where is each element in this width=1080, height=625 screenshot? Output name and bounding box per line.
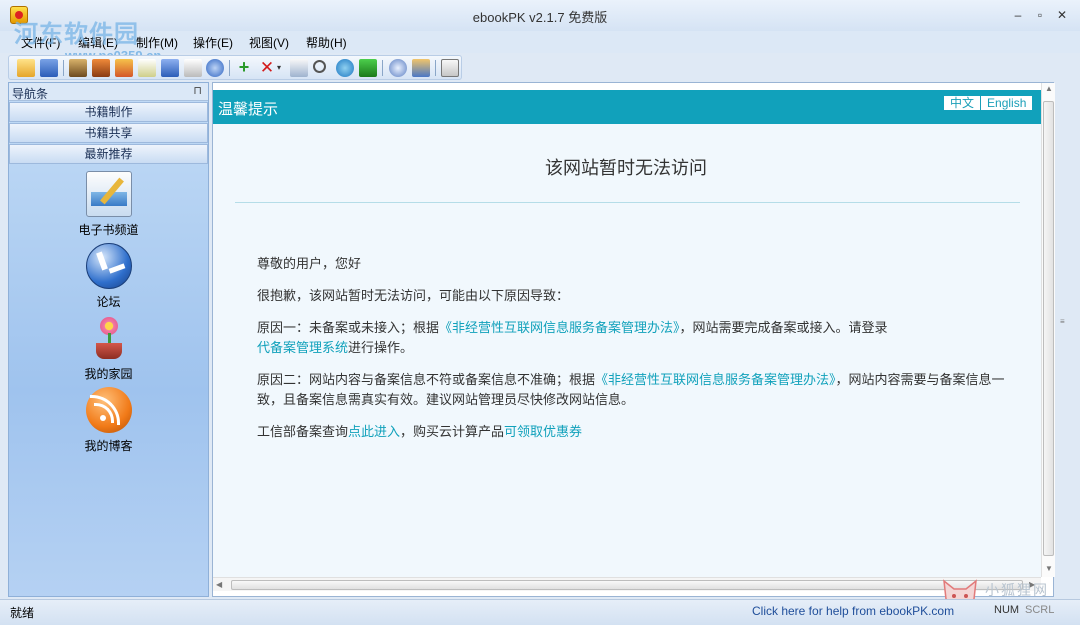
save-icon[interactable] (40, 59, 58, 77)
menu-view[interactable]: 视图(V) (249, 34, 289, 51)
page-icon[interactable] (184, 59, 202, 77)
window-title: ebookPK v2.1.7 免费版 (0, 7, 1080, 26)
minimize-button[interactable]: – (1008, 8, 1028, 22)
content-body: 该网站暂时无法访问 尊敬的用户，您好 很抱歉，该网站暂时无法访问，可能由以下原因… (213, 124, 1049, 577)
watermark-logo: 河东软件园 (14, 14, 139, 49)
vertical-scroll-thumb[interactable] (1043, 101, 1054, 556)
add-icon[interactable]: + (235, 59, 253, 77)
sidebar-title: 导航条 (12, 87, 48, 101)
divider (235, 202, 1020, 203)
pdf-icon[interactable] (115, 59, 133, 77)
horizontal-scrollbar[interactable]: ◀ ▶ (213, 577, 1041, 591)
coupon-link[interactable]: 可领取优惠券 (504, 424, 582, 439)
forum-globe-icon (86, 243, 132, 289)
home-icon[interactable] (412, 59, 430, 77)
greeting-text: 尊敬的用户，您好 (257, 254, 1017, 274)
sidebar-entry-ebook-channel[interactable]: 电子书频道 (9, 171, 208, 238)
lang-chinese-link[interactable]: 中文 (944, 96, 980, 110)
status-text: 就绪 (10, 604, 34, 621)
reason-two-text: 原因二：网站内容与备案信息不符或备案信息不准确；根据 (257, 372, 595, 387)
play-icon[interactable] (359, 59, 377, 77)
delete-icon[interactable]: ✕ (258, 59, 276, 77)
splitter-strip[interactable]: ≡ (1057, 82, 1072, 597)
pin-icon[interactable]: ⊓ (193, 84, 202, 97)
agent-filing-link[interactable]: 代备案管理系统 (257, 340, 348, 355)
splitter-grip-icon[interactable]: ≡ (1060, 318, 1065, 326)
word-icon[interactable] (161, 59, 179, 77)
nav-latest-recommend[interactable]: 最新推荐 (9, 144, 208, 164)
nav-book-share[interactable]: 书籍共享 (9, 123, 208, 143)
scroll-up-arrow-icon[interactable]: ▲ (1045, 85, 1053, 93)
wand-icon[interactable] (69, 59, 87, 77)
navigation-sidebar: 导航条 ⊓ 书籍制作 书籍共享 最新推荐 电子书频道 论坛 我的家园 我的博客 (8, 82, 209, 597)
layout-icon[interactable] (290, 59, 308, 77)
rss-blog-icon (86, 387, 132, 433)
search-icon[interactable] (313, 60, 326, 73)
regulation-link-2[interactable]: 《非经营性互联网信息服务备案管理办法》 (595, 372, 836, 387)
language-switch: 中文 English (944, 96, 1032, 110)
fox-watermark-text: 小狐狸网 (985, 580, 1049, 600)
sidebar-entry-home[interactable]: 我的家园 (9, 315, 208, 382)
content-banner: 温馨提示 中文 English (213, 90, 1049, 124)
close-button[interactable]: ✕ (1052, 8, 1072, 22)
browser-content: 温馨提示 中文 English 该网站暂时无法访问 尊敬的用户，您好 很抱歉，该… (212, 82, 1054, 597)
scroll-left-arrow-icon[interactable]: ◀ (216, 581, 222, 589)
regulation-link[interactable]: 《非经营性互联网信息服务备案管理办法》 (439, 320, 680, 335)
sidebar-header: 导航条 ⊓ (9, 83, 208, 101)
restore-button[interactable]: ▫ (1030, 8, 1050, 22)
menu-bar: 文件(F) 编辑(E) 制作(M) 操作(E) 视图(V) 帮助(H) (0, 31, 1080, 53)
reason-one: 原因一：未备案或未接入；根据《非经营性互联网信息服务备案管理办法》，网站需要完成… (257, 318, 1017, 358)
status-scrl-indicator: SCRL (1025, 604, 1054, 616)
forum-label: 论坛 (9, 293, 208, 310)
enter-link[interactable]: 点此进入 (348, 424, 400, 439)
menu-operate[interactable]: 操作(E) (193, 34, 233, 51)
delete-dropdown-icon[interactable]: ▾ (277, 59, 285, 77)
title-bar: ebookPK v2.1.7 免费版 – ▫ ✕ (0, 0, 1080, 31)
compile-icon[interactable] (92, 59, 110, 77)
ebook-channel-icon (86, 171, 132, 217)
reason-one-text-2: ，网站需要完成备案或接入。请登录 (680, 320, 888, 335)
blog-label: 我的博客 (9, 437, 208, 454)
status-num-indicator: NUM (994, 604, 1019, 616)
banner-title: 温馨提示 (218, 98, 278, 119)
settings-icon[interactable] (336, 59, 354, 77)
menu-help[interactable]: 帮助(H) (306, 34, 347, 51)
vertical-scrollbar[interactable]: ▲ ▼ (1041, 83, 1055, 577)
footer-line: 工信部备案查询点此进入，购买云计算产品可领取优惠券 (257, 422, 1017, 442)
horizontal-scroll-thumb[interactable] (231, 580, 1023, 590)
intro-text: 很抱歉，该网站暂时无法访问，可能由以下原因导致： (257, 286, 1017, 306)
about-icon[interactable] (441, 59, 459, 77)
sidebar-entry-blog[interactable]: 我的博客 (9, 387, 208, 454)
ebook-channel-label: 电子书频道 (9, 221, 208, 238)
nav-book-make[interactable]: 书籍制作 (9, 102, 208, 122)
error-title: 该网站暂时无法访问 (213, 154, 1039, 180)
sidebar-entry-forum[interactable]: 论坛 (9, 243, 208, 310)
document-icon[interactable] (138, 59, 156, 77)
home-label: 我的家园 (9, 365, 208, 382)
web-icon[interactable] (206, 59, 224, 77)
open-folder-icon[interactable] (17, 59, 35, 77)
status-bar: 就绪 Click here for help from ebookPK.com … (0, 599, 1080, 625)
home-flower-icon (86, 315, 132, 361)
help-icon[interactable] (389, 59, 407, 77)
scroll-down-arrow-icon[interactable]: ▼ (1045, 565, 1053, 573)
reason-one-text: 原因一：未备案或未接入；根据 (257, 320, 439, 335)
status-help-link[interactable]: Click here for help from ebookPK.com (752, 604, 954, 618)
toolbar: + ✕ ▾ (8, 55, 462, 80)
footer-text-2: ，购买云计算产品 (400, 424, 504, 439)
reason-two: 原因二：网站内容与备案信息不符或备案信息不准确；根据《非经营性互联网信息服务备案… (257, 370, 1017, 410)
lang-english-link[interactable]: English (980, 96, 1032, 110)
reason-one-text-3: 进行操作。 (348, 340, 413, 355)
footer-text: 工信部备案查询 (257, 424, 348, 439)
